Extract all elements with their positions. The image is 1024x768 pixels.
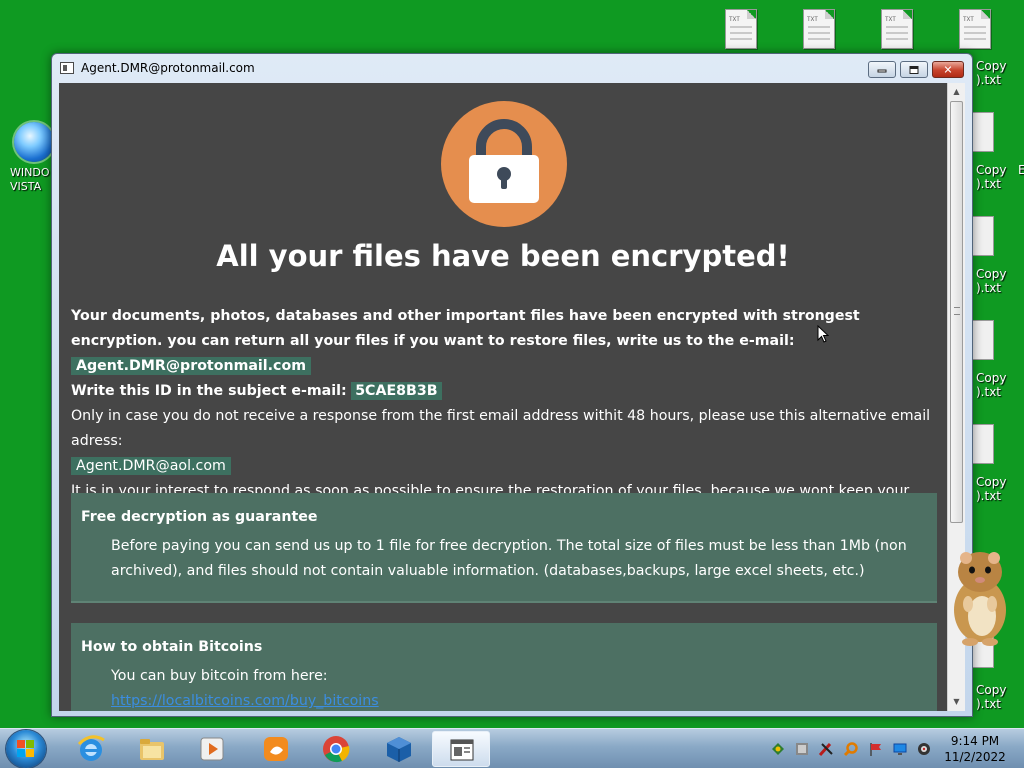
clock-date: 11/2/2022 bbox=[944, 750, 1006, 764]
taskbar-windows-explorer[interactable] bbox=[123, 731, 179, 767]
id-label: Write this ID in the subject e-mail: bbox=[71, 383, 347, 399]
desktop-icon-label: Copy).txt bbox=[976, 371, 1007, 399]
free-decryption-section: Free decryption as guarantee Before payi… bbox=[71, 493, 937, 603]
text-file-icon[interactable] bbox=[972, 320, 994, 360]
text-file-icon: TXT bbox=[725, 9, 757, 49]
windows-logo-icon bbox=[17, 740, 35, 758]
text-file-icon: TXT bbox=[881, 9, 913, 49]
taskbar-ransom-window[interactable] bbox=[432, 731, 490, 767]
clock-time: 9:14 PM bbox=[950, 734, 1000, 748]
hamster-mascot-icon bbox=[954, 552, 1006, 646]
scroll-up-arrow-icon[interactable]: ▲ bbox=[948, 83, 965, 100]
text-file-icon: TXT bbox=[803, 9, 835, 49]
headline: All your files have been encrypted! bbox=[216, 239, 790, 273]
taskbar-virtualbox[interactable] bbox=[370, 731, 426, 767]
desktop-icon-txt[interactable]: TXT bbox=[943, 9, 1007, 51]
tool-icon[interactable] bbox=[818, 741, 834, 757]
ransom-note-content: All your files have been encrypted! Your… bbox=[59, 83, 947, 711]
alt-email-text: Only in case you do not receive a respon… bbox=[71, 408, 931, 449]
intro-text: Your documents, photos, databases and ot… bbox=[71, 308, 860, 349]
scrollbar-thumb[interactable] bbox=[950, 101, 963, 523]
section-heading: How to obtain Bitcoins bbox=[81, 639, 263, 655]
desktop-icon-txt[interactable]: TXT bbox=[709, 9, 773, 51]
taskbar: 9:14 PM 11/2/2022 bbox=[0, 728, 1024, 768]
desktop-icon-txt[interactable]: TXT bbox=[787, 9, 851, 51]
taskbar-media-player[interactable] bbox=[183, 731, 239, 767]
minimize-icon bbox=[877, 69, 887, 73]
search-icon[interactable] bbox=[843, 741, 859, 757]
section-body: Before paying you can send us up to 1 fi… bbox=[111, 538, 907, 579]
desktop-icon-label: E bbox=[1018, 163, 1024, 177]
desktop-icon-label: Copy).txt bbox=[976, 163, 1007, 191]
minimize-button[interactable] bbox=[868, 61, 896, 78]
section-heading: Free decryption as guarantee bbox=[81, 509, 318, 525]
taskbar-internet-explorer[interactable] bbox=[62, 731, 118, 767]
bitcoin-text: You can buy bitcoin from here: bbox=[111, 668, 328, 684]
text-file-icon[interactable] bbox=[972, 424, 994, 464]
text-file-icon[interactable] bbox=[972, 112, 994, 152]
desktop-icon-label: Copy).txt bbox=[976, 475, 1007, 503]
volume-icon[interactable] bbox=[916, 741, 932, 757]
desktop-icon-txt[interactable]: TXT bbox=[865, 9, 929, 51]
text-file-icon[interactable] bbox=[972, 216, 994, 256]
taskbar-uc-browser[interactable] bbox=[247, 731, 303, 767]
desktop-icon-label: Copy).txt bbox=[976, 267, 1007, 295]
virtualbox-icon bbox=[387, 737, 411, 762]
obtain-bitcoins-section: How to obtain Bitcoins You can buy bitco… bbox=[71, 623, 937, 711]
uc-browser-icon bbox=[264, 737, 288, 761]
close-icon: ✕ bbox=[943, 63, 953, 76]
alt-email[interactable]: Agent.DMR@aol.com bbox=[71, 457, 231, 475]
maximize-icon bbox=[909, 65, 919, 74]
scroll-down-arrow-icon[interactable]: ▼ bbox=[948, 693, 965, 710]
system-clock[interactable]: 9:14 PM 11/2/2022 bbox=[940, 733, 1010, 765]
app-icon bbox=[60, 62, 74, 74]
network-icon[interactable] bbox=[770, 741, 786, 757]
text-file-icon: TXT bbox=[959, 9, 991, 49]
close-button[interactable]: ✕ bbox=[932, 61, 964, 78]
media-player-icon bbox=[200, 737, 224, 761]
desktop-icon-label: Copy).txt bbox=[976, 683, 1007, 711]
victim-id[interactable]: 5CAE8B3B bbox=[351, 382, 442, 400]
folder-icon bbox=[140, 739, 164, 760]
title-bar[interactable]: Agent.DMR@protonmail.com ✕ bbox=[52, 54, 972, 82]
maximize-button[interactable] bbox=[900, 61, 928, 78]
desktop-icon-label: Copy).txt bbox=[976, 59, 1007, 87]
internet-explorer-icon bbox=[77, 735, 105, 761]
ransom-window[interactable]: Agent.DMR@protonmail.com ✕ All your file… bbox=[51, 53, 973, 717]
display-icon[interactable] bbox=[892, 741, 908, 757]
flag-icon[interactable] bbox=[868, 741, 884, 757]
windows-vista-icon bbox=[14, 122, 54, 162]
padlock-icon bbox=[441, 101, 567, 227]
taskbar-chrome[interactable] bbox=[307, 731, 363, 767]
grip-icon bbox=[954, 307, 960, 315]
mouse-cursor-icon bbox=[817, 325, 829, 343]
start-button[interactable] bbox=[6, 730, 46, 768]
window-title: Agent.DMR@protonmail.com bbox=[81, 61, 255, 75]
bitcoin-link[interactable]: https://localbitcoins.com/buy_bitcoins bbox=[111, 693, 379, 709]
security-icon[interactable] bbox=[794, 741, 810, 757]
chrome-icon bbox=[323, 736, 350, 763]
section-body: You can buy bitcoin from here: https://l… bbox=[111, 664, 931, 711]
primary-email[interactable]: Agent.DMR@protonmail.com bbox=[71, 357, 311, 375]
window-app-icon bbox=[450, 739, 474, 761]
